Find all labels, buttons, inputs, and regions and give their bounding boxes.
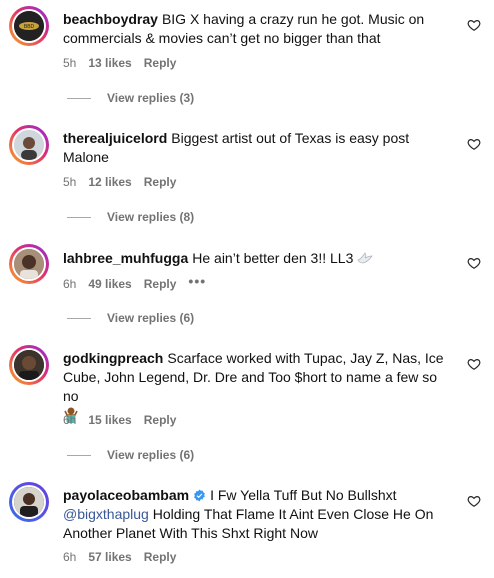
timestamp: 6h xyxy=(63,550,77,564)
verified-badge-icon xyxy=(194,489,205,502)
reply-button[interactable]: Reply xyxy=(144,550,177,564)
divider xyxy=(67,455,91,457)
view-replies-button[interactable]: View replies (3) xyxy=(67,90,194,106)
reply-button[interactable]: Reply xyxy=(144,413,177,427)
avatar[interactable] xyxy=(9,482,49,522)
svg-text:BBD: BBD xyxy=(24,24,35,30)
view-replies-button[interactable]: View replies (6) xyxy=(67,310,194,326)
reply-button[interactable]: Reply xyxy=(144,56,177,70)
likes-count[interactable]: 12 likes xyxy=(88,175,131,189)
username[interactable]: payolaceobambam xyxy=(63,487,189,503)
username[interactable]: therealjuicelord xyxy=(63,130,167,146)
heart-outline-icon[interactable] xyxy=(467,18,481,32)
mention-link[interactable]: @bigxthaplug xyxy=(63,506,149,522)
view-replies-button[interactable]: View replies (6) xyxy=(67,447,194,463)
comment-text: beachboydray BIG X having a crazy run he … xyxy=(63,10,455,48)
timestamp: 5h xyxy=(63,175,77,189)
likes-count[interactable]: 13 likes xyxy=(88,56,131,70)
comment-text: lahbree_muhfugga He ain’t better den 3!! … xyxy=(63,249,455,268)
view-replies-label: View replies (6) xyxy=(107,448,195,462)
comment-body: He ain’t better den 3!! LL3 xyxy=(192,250,354,266)
avatar[interactable] xyxy=(9,345,49,385)
username[interactable]: beachboydray xyxy=(63,11,158,27)
comment-meta: 5h 13 likes Reply xyxy=(63,55,188,71)
dove-emoji xyxy=(357,252,373,264)
view-replies-label: View replies (8) xyxy=(107,210,195,224)
timestamp: 6h xyxy=(63,413,77,427)
timestamp: 6h xyxy=(63,277,77,291)
comment-meta: 5h 12 likes Reply xyxy=(63,174,188,190)
comment-body: I Fw Yella Tuff But No Bullshxt xyxy=(210,487,397,503)
username[interactable]: lahbree_muhfugga xyxy=(63,250,188,266)
divider xyxy=(67,318,91,320)
avatar[interactable] xyxy=(9,244,49,284)
username[interactable]: godkingpreach xyxy=(63,350,163,366)
reply-button[interactable]: Reply xyxy=(144,277,177,291)
view-replies-label: View replies (3) xyxy=(107,91,195,105)
timestamp: 5h xyxy=(63,56,77,70)
heart-outline-icon[interactable] xyxy=(467,256,481,270)
likes-count[interactable]: 15 likes xyxy=(88,413,131,427)
comment-meta: 6h 49 likes Reply ••• xyxy=(63,273,218,291)
heart-outline-icon[interactable] xyxy=(467,137,481,151)
avatar[interactable]: BBD xyxy=(9,6,49,46)
comment-text: therealjuicelord Biggest artist out of Te… xyxy=(63,129,455,167)
comment-meta: 6h 57 likes Reply xyxy=(63,549,188,565)
view-replies-label: View replies (6) xyxy=(107,311,195,325)
heart-outline-icon[interactable] xyxy=(467,494,481,508)
divider xyxy=(67,98,91,100)
reply-button[interactable]: Reply xyxy=(144,175,177,189)
avatar[interactable] xyxy=(9,125,49,165)
likes-count[interactable]: 49 likes xyxy=(88,277,131,291)
view-replies-button[interactable]: View replies (8) xyxy=(67,209,194,225)
comment-text: payolaceobambam I Fw Yella Tuff But No Bu… xyxy=(63,486,455,543)
heart-outline-icon[interactable] xyxy=(467,357,481,371)
likes-count[interactable]: 57 likes xyxy=(88,550,131,564)
more-options-icon[interactable]: ••• xyxy=(188,273,206,289)
divider xyxy=(67,217,91,219)
comment-meta: 6h 15 likes Reply xyxy=(63,412,188,428)
